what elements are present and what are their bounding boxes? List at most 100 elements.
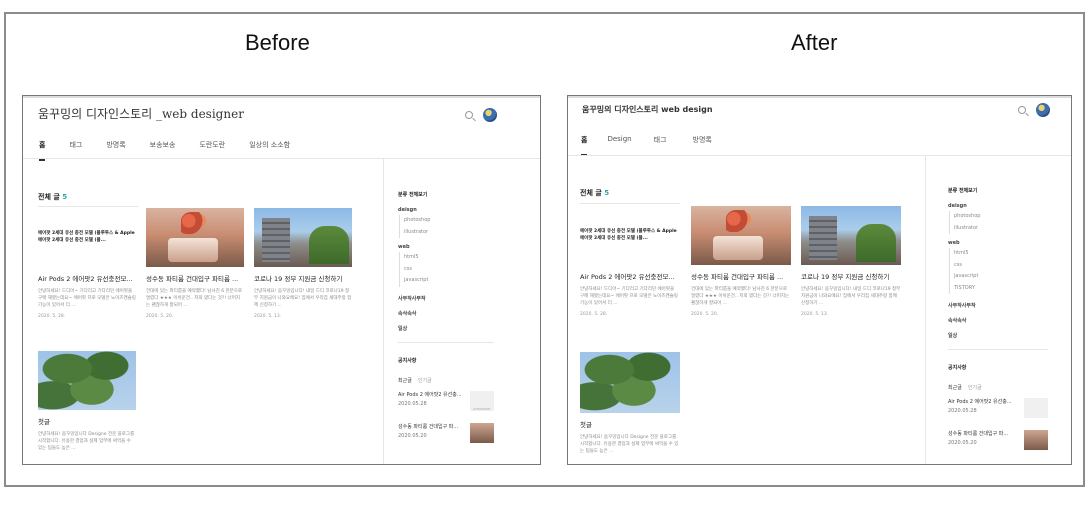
post-date: 2020. 5. 28.	[580, 312, 608, 317]
post-thumbnail	[580, 352, 680, 413]
nav-divider	[568, 155, 1071, 156]
post-summary: 건대에 있는 파티룸을 예약했다! 남사친 6 한분으로 얼렸다 ★★★ 이쉬운…	[146, 289, 243, 308]
tab-doran[interactable]: 도란도란	[199, 140, 225, 150]
subcategory-html5[interactable]: html5	[954, 248, 1048, 260]
subcategory-illustrator[interactable]: illustrator	[404, 227, 494, 239]
post-title[interactable]: 첫글	[38, 416, 136, 426]
subcategory-css[interactable]: css	[954, 260, 1048, 272]
tab-popular[interactable]: 인기글	[418, 378, 432, 384]
tab-home[interactable]: 홈	[39, 140, 46, 161]
post-card[interactable]: 성수동 파티룸 건대입구 파티룸 ... 건대에 있는 파티룸을 예약했다! 남…	[691, 206, 791, 317]
tab-guestbook[interactable]: 방명록	[106, 140, 125, 150]
search-icon[interactable]	[465, 111, 473, 119]
subcategory-photoshop[interactable]: photoshop	[954, 211, 1048, 223]
recent-post-item[interactable]: Air Pods 2 에어팟2 유선충... 2020.05.28 previe…	[398, 390, 494, 413]
post-thumbnail	[254, 208, 352, 267]
subcategory-tistory[interactable]: TISTORY	[954, 283, 1048, 295]
post-summary: 건대에 있는 파티룸을 예약했다! 남사친 6 한분으로 얼렸다 ★★★ 이쉬운…	[691, 287, 790, 306]
post-thumbnail	[146, 208, 244, 267]
category-sabujak[interactable]: 사부작사부작	[398, 295, 494, 302]
post-summary: 안녕하세요! 드디어~ 기다리고 기다리던 에어팟을 구매 해봤는데요~ 에어팟…	[580, 287, 678, 306]
recent-post-item[interactable]: 성수동 파티룸 건대입구 파... 2020.05.20	[398, 422, 494, 445]
post-thumbnail	[691, 206, 791, 265]
post-title[interactable]: Air Pods 2 에어팟2 유선충전모...	[580, 271, 678, 281]
category-soksak[interactable]: 속삭속삭	[948, 317, 1048, 324]
post-title[interactable]: 코로나 19 정부 지원금 신청하기	[254, 273, 352, 283]
subcategory-html5[interactable]: html5	[404, 252, 494, 264]
before-screenshot: 움꾸밍의 디자인스토리 _web designer 홈 태그 방명록 보송보송 …	[22, 95, 541, 465]
sidebar-divider	[925, 155, 926, 464]
post-summary: 안녕하세요! 드디어~ 기다리고 기다리던 에어팟을 구매 해봤는데요~ 에어팟…	[38, 289, 136, 308]
category-soksak[interactable]: 속삭속삭	[398, 310, 494, 317]
notice-heading[interactable]: 공지사항	[948, 364, 1048, 371]
post-card[interactable]: 첫글 안녕하세요! 움꾸밍입니다 Designe 전문 블로그를 시작합니다. …	[580, 352, 680, 455]
post-title[interactable]: 성수동 파티룸 건대입구 파티룸 ...	[691, 271, 791, 281]
post-thumbnail	[801, 206, 901, 265]
post-count-heading: 전체 글 5	[38, 193, 68, 201]
recent-post-item[interactable]: Air Pods 2 에어팟2 유선충... 2020.05.28	[948, 398, 1048, 420]
after-screenshot: 움꾸밍의 디자인스토리 web design 홈 Design 태그 방명록 전…	[567, 95, 1072, 465]
post-card[interactable]: 코로나 19 정부 지원금 신청하기 안녕하세요! 움꾸밍입니다! 내일 드디 …	[254, 208, 352, 319]
category-all-link[interactable]: 분류 전체보기	[398, 191, 494, 198]
post-thumbnail: 에어팟 2세대 유선 충전 모델 (블루투스 & Apple 에어팟 2세대 유…	[580, 206, 678, 265]
subcategory-photoshop[interactable]: photoshop	[404, 215, 494, 227]
post-summary: 안녕하세요! 움꾸밍입니다! 내일 드디 코로나19 정부 지원금이 나와요에요…	[254, 289, 352, 308]
post-title[interactable]: Air Pods 2 에어팟2 유선충전모...	[38, 273, 136, 283]
category-sabujak[interactable]: 사부작사부작	[948, 302, 1048, 309]
post-date: 2020. 5. 28.	[38, 314, 66, 319]
category-design[interactable]: deisgn	[398, 207, 494, 213]
tab-popular[interactable]: 인기글	[968, 385, 982, 391]
avatar[interactable]	[483, 108, 497, 122]
post-card[interactable]: 코로나 19 정부 지원금 신청하기 안녕하세요! 움꾸밍입니다! 내일 드디 …	[801, 206, 901, 317]
tab-bosong[interactable]: 보송보송	[150, 140, 176, 150]
recent-thumbnail: previewer	[470, 390, 494, 411]
tab-home[interactable]: 홈	[581, 135, 588, 156]
post-thumbnail	[38, 351, 136, 410]
recent-thumbnail	[470, 422, 494, 443]
tab-tag[interactable]: 태그	[654, 135, 667, 145]
recent-post-item[interactable]: 성수동 파티룸 건대입구 파... 2020.05.20	[948, 430, 1048, 452]
after-label: After	[791, 30, 838, 55]
post-title[interactable]: 첫글	[580, 419, 680, 429]
tab-recent[interactable]: 최근글	[398, 378, 412, 384]
avatar[interactable]	[1036, 103, 1050, 117]
category-daily[interactable]: 일상	[398, 325, 494, 332]
category-all-link[interactable]: 분류 전체보기	[948, 187, 1048, 194]
recent-thumbnail	[1024, 430, 1048, 450]
subcategory-illustrator[interactable]: illustrator	[954, 223, 1048, 235]
post-count-heading: 전체 글 5	[580, 189, 610, 197]
sidebar: 분류 전체보기 deisgn photoshop illustrator web…	[398, 191, 494, 445]
tab-recent[interactable]: 최근글	[948, 385, 962, 391]
nav-divider	[23, 158, 540, 159]
search-icon[interactable]	[1018, 106, 1026, 114]
post-card[interactable]: 첫글 안녕하세요! 움꾸밍입니다 Designe 전문 블로그를 시작합니다. …	[38, 351, 136, 452]
tab-guestbook[interactable]: 방명록	[693, 135, 712, 145]
notice-heading[interactable]: 공지사항	[398, 357, 494, 364]
subcategory-javascript[interactable]: javascript	[404, 275, 494, 287]
post-title[interactable]: 코로나 19 정부 지원금 신청하기	[801, 271, 901, 281]
post-card[interactable]: 에어팟 2세대 유선 충전 모델 (블루투스 & Apple 에어팟 2세대 유…	[580, 206, 678, 317]
category-daily[interactable]: 일상	[948, 332, 1048, 339]
category-design[interactable]: deisgn	[948, 203, 1048, 209]
tab-tag[interactable]: 태그	[69, 140, 82, 150]
post-date: 2020. 5. 13.	[254, 314, 282, 319]
tab-daily[interactable]: 일상의 소소함	[249, 140, 290, 150]
sidebar-divider	[383, 158, 384, 464]
subcategory-javascript[interactable]: javascript	[954, 271, 1048, 283]
post-title[interactable]: 성수동 파티룸 건대입구 파티룸 ...	[146, 273, 244, 283]
post-summary: 안녕하세요! 움꾸밍입니다 Designe 전문 블로그를 시작합니다. 유용한…	[38, 432, 135, 451]
post-date: 2020. 5. 20.	[691, 312, 719, 317]
sidebar: 분류 전체보기 deisgn photoshop illustrator web…	[948, 187, 1048, 452]
tab-design[interactable]: Design	[607, 135, 631, 145]
recent-thumbnail	[1024, 398, 1048, 418]
blog-title[interactable]: 움꾸밍의 디자인스토리 web design	[582, 104, 713, 115]
blog-title[interactable]: 움꾸밍의 디자인스토리 _web designer	[38, 105, 244, 122]
post-thumbnail: 에어팟 2세대 유선 충전 모델 (블루투스 & Apple 에어팟 2세대 유…	[38, 208, 136, 267]
subcategory-css[interactable]: css	[404, 264, 494, 276]
post-summary: 안녕하세요! 움꾸밍입니다! 내일 드디 코로나19 정부 지원금이 나와요에요…	[801, 287, 901, 306]
category-web[interactable]: web	[398, 244, 494, 250]
post-date: 2020. 5. 13.	[801, 312, 829, 317]
post-card[interactable]: 에어팟 2세대 유선 충전 모델 (블루투스 & Apple 에어팟 2세대 유…	[38, 208, 136, 319]
category-web[interactable]: web	[948, 240, 1048, 246]
post-card[interactable]: 성수동 파티룸 건대입구 파티룸 ... 건대에 있는 파티룸을 예약했다! 남…	[146, 208, 244, 319]
